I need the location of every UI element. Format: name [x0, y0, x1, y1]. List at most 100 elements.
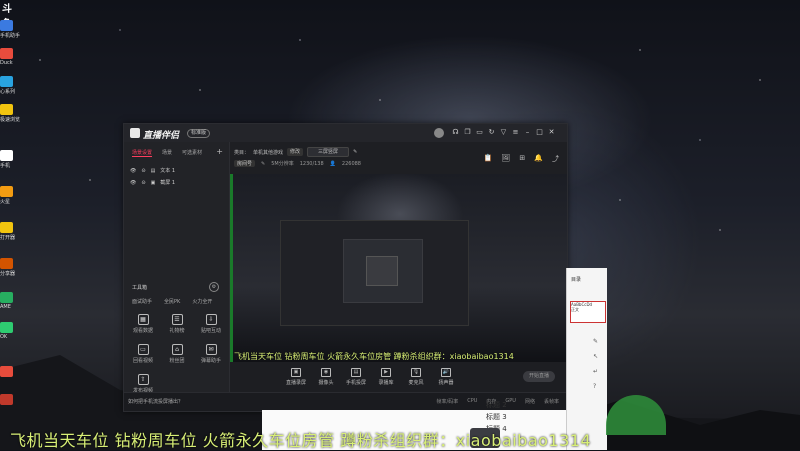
- desktop-shortcut-icon[interactable]: [0, 76, 13, 87]
- monitor-icon[interactable]: ▭: [475, 128, 484, 137]
- pen-icon[interactable]: ✎: [593, 338, 598, 345]
- tab-scene[interactable]: 场景: [162, 149, 172, 157]
- tab-materials[interactable]: 可选素材: [182, 149, 202, 157]
- recording-library-button[interactable]: ▶ 录播库: [372, 368, 400, 386]
- desktop-shortcut-icon[interactable]: [0, 48, 13, 59]
- phone-cast-button[interactable]: ▤ 手机投屏: [342, 368, 370, 386]
- desktop-shortcut-icon[interactable]: [0, 394, 13, 405]
- version-badge[interactable]: 标准版: [187, 129, 211, 138]
- layer-item[interactable]: 👁 ⊝ ▤ 文本 1: [130, 167, 176, 175]
- document-window: 目录 AaBbCcDd 正文 ✎ ↖ ↵ ?: [566, 268, 607, 450]
- microphone-button[interactable]: 🎙 麦克风: [402, 368, 430, 386]
- tool-replay[interactable]: ▭ 回看视频: [128, 344, 158, 364]
- cursor-icon[interactable]: ↖: [593, 353, 598, 360]
- start-live-button[interactable]: 开始直播: [523, 371, 555, 382]
- phone-icon: ▤: [351, 368, 361, 377]
- nested-preview-inner: [343, 239, 423, 303]
- eye-icon[interactable]: 👁: [130, 180, 136, 186]
- desktop-shortcut-icon[interactable]: [0, 186, 13, 197]
- close-icon[interactable]: ✕: [547, 128, 556, 137]
- layer-item[interactable]: 👁 ⊝ ▣ 截屏 1: [130, 179, 175, 187]
- headset-icon[interactable]: ☊: [451, 128, 460, 137]
- desktop-shortcut-icon[interactable]: [0, 322, 13, 333]
- minimize-icon[interactable]: –: [523, 128, 532, 137]
- desktop-shortcut-icon[interactable]: [0, 258, 13, 269]
- toolbox-settings-icon[interactable]: ⚙: [209, 282, 219, 292]
- screen-icon: ▣: [291, 368, 301, 377]
- layer-label: 文本 1: [160, 168, 176, 174]
- bell-icon[interactable]: 🔔: [534, 154, 543, 164]
- desktop-shortcut-icon[interactable]: [0, 366, 13, 377]
- desktop-shortcut-icon[interactable]: [0, 104, 13, 115]
- copy-icon[interactable]: ❐: [463, 128, 472, 137]
- desktop-icon-strip: 斗鱼 手机助手Duck心系列极速浏览手机火星打开器分享器AMEOK: [0, 0, 20, 450]
- title-bar: 直播伴侣 标准版 ☊ ❐ ▭ ↻ ▽ ≡ – □ ✕: [124, 124, 567, 142]
- nested-preview-innermost: [366, 256, 398, 286]
- tool-forum[interactable]: ⇩ 贴吧互动: [196, 314, 226, 334]
- upload-icon: ⇧: [137, 374, 149, 385]
- app-logo-icon: [130, 128, 140, 138]
- return-icon[interactable]: ↵: [593, 368, 598, 375]
- gift-icon: ☰: [171, 314, 183, 325]
- desktop-shortcut-icon[interactable]: [0, 20, 13, 31]
- screen-record-button[interactable]: ▣ 直播录屏: [282, 368, 310, 386]
- menu-icon[interactable]: ≡: [511, 128, 520, 137]
- preview-edge: [230, 174, 233, 362]
- category-label: 类目：: [234, 149, 250, 156]
- tool-link-interview[interactable]: 面试助手: [132, 298, 152, 305]
- stat-network: 网络: [524, 399, 535, 405]
- tool-link-pk[interactable]: 全民PK: [164, 298, 180, 305]
- stream-info-bar: 类目： 单机其他游戏 修改 三屏竖屏 ✎ 房间号 ✎ 5M分辨率 1230/13…: [230, 142, 567, 174]
- viewer-icon: 👤: [329, 160, 336, 167]
- viewer-count: 226088: [341, 160, 361, 167]
- lock-icon[interactable]: ⊝: [141, 168, 145, 174]
- heading-item[interactable]: 标题 2: [486, 400, 507, 410]
- microphone-icon: 🎙: [411, 368, 421, 377]
- layout-mode-button[interactable]: 三屏竖屏: [307, 147, 350, 157]
- lock-icon[interactable]: ⊝: [141, 180, 145, 186]
- tool-publish-video[interactable]: ⇧ 发布视频: [128, 374, 158, 394]
- tool-danmaku[interactable]: ✉ 弹幕助手: [196, 344, 226, 364]
- refresh-icon[interactable]: ↻: [487, 128, 496, 137]
- tool-label: 贴吧互动: [200, 328, 221, 334]
- eye-icon[interactable]: 👁: [130, 168, 136, 174]
- grid-icon[interactable]: ⊞: [519, 154, 525, 164]
- button-label: 扬声器: [438, 380, 454, 386]
- streaming-app-window: 直播伴侣 标准版 ☊ ❐ ▭ ↻ ▽ ≡ – □ ✕ 场景设置 场景 可选素材 …: [123, 123, 568, 412]
- speaker-button[interactable]: 🔊 扬声器: [432, 368, 460, 386]
- stream-preview[interactable]: 飞机当天车位 钻粉周车位 火箭永久车位房管 蹲粉杀组织群：xiaobaibao1…: [230, 174, 567, 362]
- tool-label: 回看视频: [132, 358, 153, 364]
- category-row: 类目： 单机其他游戏 修改 三屏竖屏 ✎: [234, 147, 357, 157]
- add-scene-button[interactable]: +: [216, 147, 223, 156]
- desktop-shortcut-label: Duck: [0, 60, 13, 66]
- doc-panel-title: 目录: [571, 277, 582, 283]
- edit-category-button[interactable]: 修改: [287, 148, 304, 156]
- toolbar-right-icons: 📋 🖼 ⊞ 🔔 ⤴: [484, 154, 559, 164]
- filter-icon[interactable]: ▽: [499, 128, 508, 137]
- tool-links: 面试助手 全民PK 火力全开: [132, 298, 212, 305]
- clipboard-icon[interactable]: 📋: [484, 154, 493, 164]
- maximize-icon[interactable]: □: [535, 128, 544, 137]
- tool-fans[interactable]: ⌂ 粉丝团: [162, 344, 192, 364]
- bitrate-text: 1230/138: [299, 160, 324, 167]
- desktop-shortcut-icon[interactable]: [0, 292, 13, 303]
- image-icon[interactable]: 🖼: [502, 154, 511, 164]
- desktop-shortcut-icon[interactable]: [0, 150, 13, 161]
- button-label: 麦克风: [408, 380, 424, 386]
- style-preview[interactable]: AaBbCcDd 正文: [570, 301, 606, 323]
- share-icon[interactable]: ⤴: [552, 154, 559, 164]
- tab-scene-settings[interactable]: 场景设置: [132, 149, 153, 157]
- tool-viewer-data[interactable]: ▦ 观看数据: [128, 314, 158, 334]
- edit-room-icon[interactable]: ✎: [261, 161, 265, 167]
- heading-item[interactable]: 标题 3: [486, 412, 507, 422]
- help-hint-link[interactable]: 如何把手机流投屏播出？: [128, 398, 183, 405]
- camera-button[interactable]: ◉ 摄像头: [312, 368, 340, 386]
- button-label: 手机投屏: [345, 380, 366, 386]
- edit-icon[interactable]: ✎: [353, 149, 357, 155]
- desktop-shortcut-icon[interactable]: [0, 222, 13, 233]
- tool-gift-rank[interactable]: ☰ 礼物榜: [162, 314, 192, 334]
- avatar[interactable]: [434, 128, 444, 138]
- help-icon[interactable]: ?: [593, 383, 598, 390]
- tool-link-fire[interactable]: 火力全开: [192, 298, 212, 305]
- app-brand: 直播伴侣: [143, 131, 180, 141]
